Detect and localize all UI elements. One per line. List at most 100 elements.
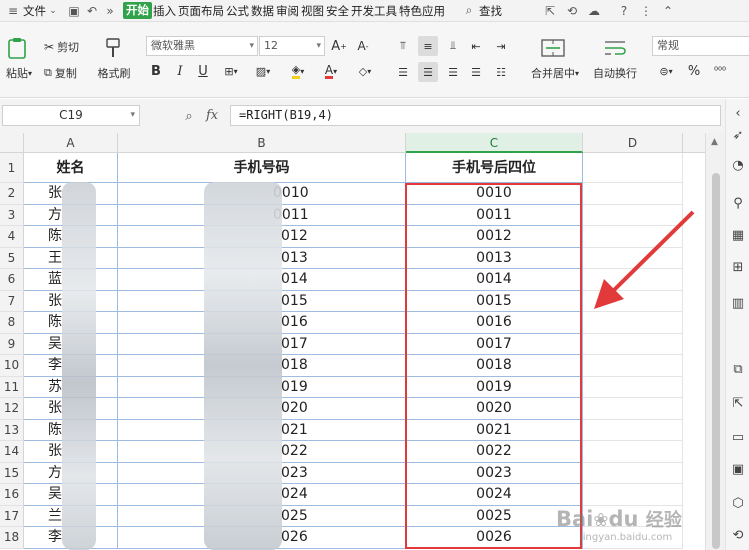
underline-button[interactable]: U	[195, 62, 211, 80]
history-icon[interactable]: ⟲	[563, 0, 581, 22]
help-icon[interactable]: ?	[615, 0, 633, 22]
fill-style-button[interactable]: ▨ ▾	[252, 62, 274, 80]
table-cell[interactable]	[583, 376, 683, 398]
distributed-button[interactable]: ☷	[491, 62, 511, 82]
table-header-cell[interactable]	[583, 153, 683, 183]
table-cell[interactable]	[583, 398, 683, 420]
decrease-font-button[interactable]: A-	[354, 36, 372, 56]
tab-data[interactable]: 数据	[250, 0, 275, 22]
format-painter-button[interactable]: 格式刷	[95, 66, 133, 80]
vertical-scrollbar[interactable]: ▲	[705, 133, 725, 550]
column-header-c[interactable]: C	[406, 133, 583, 153]
table-cell[interactable]	[583, 441, 683, 463]
row-header[interactable]: 4	[0, 226, 24, 248]
more-options-icon[interactable]: ⋮	[637, 0, 655, 22]
table-header-cell[interactable]: 姓名	[24, 153, 118, 183]
share-icon[interactable]: ⇱	[541, 0, 559, 22]
row-header[interactable]: 15	[0, 462, 24, 484]
chevron-down-icon[interactable]: ⌄	[47, 0, 59, 22]
table-cell[interactable]	[583, 355, 683, 377]
align-middle-button[interactable]: ≡	[418, 36, 438, 56]
shapes-icon[interactable]: ◔	[730, 157, 746, 173]
row-header[interactable]: 9	[0, 333, 24, 355]
wrap-text-button[interactable]: 自动换行	[590, 66, 640, 80]
row-header[interactable]: 3	[0, 204, 24, 226]
percent-button[interactable]: %	[686, 62, 702, 80]
tab-special[interactable]: 特色应用	[398, 0, 446, 22]
tab-home[interactable]: 开始	[123, 2, 152, 19]
tab-page-layout[interactable]: 页面布局	[177, 0, 225, 22]
row-header[interactable]: 8	[0, 312, 24, 334]
menu-file[interactable]: 文件	[22, 0, 47, 22]
align-right-button[interactable]: ☰	[443, 62, 463, 82]
save-icon[interactable]: ▣	[65, 0, 83, 22]
select-icon[interactable]: ➶	[730, 127, 746, 143]
row-header[interactable]: 10	[0, 355, 24, 377]
export-icon[interactable]: ⇱	[730, 395, 746, 411]
table-cell[interactable]	[583, 462, 683, 484]
table-cell[interactable]	[583, 312, 683, 334]
row-header[interactable]: 16	[0, 484, 24, 506]
font-name-select[interactable]: 微软雅黑 ▾	[146, 36, 258, 56]
cloud-icon[interactable]: ☁	[585, 0, 603, 22]
italic-button[interactable]: I	[172, 62, 188, 80]
copy-button[interactable]: ⧉ 复制	[44, 65, 77, 81]
merge-center-button[interactable]: 合并居中 ▾	[524, 66, 586, 80]
paste-icon[interactable]	[6, 36, 28, 60]
font-size-select[interactable]: 12 ▾	[259, 36, 325, 56]
format-painter-icon[interactable]	[102, 36, 124, 60]
tab-insert[interactable]: 插入	[152, 0, 177, 22]
increase-indent-button[interactable]: ⇥	[491, 36, 511, 56]
paste-button[interactable]: 粘贴 ▾	[4, 66, 34, 80]
number-format-select[interactable]: 常规	[652, 36, 749, 56]
scroll-up-icon[interactable]: ▲	[711, 137, 718, 147]
search-label[interactable]: 查找	[478, 0, 503, 22]
align-top-button[interactable]: ⫪	[393, 36, 413, 56]
row-header[interactable]: 17	[0, 505, 24, 527]
shield-icon[interactable]: ⬡	[730, 495, 746, 511]
row-header[interactable]: 11	[0, 376, 24, 398]
scroll-thumb[interactable]	[712, 173, 720, 549]
align-bottom-button[interactable]: ⫫	[443, 36, 463, 56]
history-icon[interactable]: ⟲	[730, 527, 746, 543]
align-left-button[interactable]: ☰	[393, 62, 413, 82]
bold-button[interactable]: B	[148, 62, 164, 80]
cut-button[interactable]: ✂ 剪切	[44, 39, 79, 55]
image-icon[interactable]: ▣	[730, 461, 746, 477]
expand-icon[interactable]: ‹	[730, 105, 746, 121]
search-icon[interactable]: ⌕	[460, 0, 478, 22]
align-center-button[interactable]: ☰	[418, 62, 438, 82]
chart-icon[interactable]: ▥	[730, 295, 746, 311]
collapse-ribbon-icon[interactable]: ⌃	[659, 0, 677, 22]
column-header-b[interactable]: B	[118, 133, 406, 153]
decrease-indent-button[interactable]: ⇤	[466, 36, 486, 56]
clear-format-button[interactable]: ◇ ▾	[354, 62, 376, 80]
name-box[interactable]: C19 ▾	[2, 105, 140, 126]
copy-sheet-icon[interactable]: ⧉	[730, 361, 746, 377]
table-header-cell[interactable]: 手机号后四位	[406, 153, 583, 183]
row-header[interactable]: 5	[0, 247, 24, 269]
tab-view[interactable]: 视图	[300, 0, 325, 22]
merge-center-icon[interactable]	[540, 36, 566, 60]
row-header[interactable]: 1	[0, 153, 24, 183]
formula-input[interactable]: =RIGHT(B19,4)	[230, 105, 721, 126]
row-header[interactable]: 13	[0, 419, 24, 441]
undo-icon[interactable]: ↶	[83, 0, 101, 22]
table-cell[interactable]	[583, 419, 683, 441]
column-header-a[interactable]: A	[24, 133, 118, 153]
row-header[interactable]: 12	[0, 398, 24, 420]
column-header-d[interactable]: D	[583, 133, 683, 153]
hamburger-icon[interactable]: ≡	[4, 0, 22, 22]
more-icon[interactable]: »	[101, 0, 119, 22]
select-all-corner[interactable]	[0, 133, 24, 153]
justify-button[interactable]: ☰	[466, 62, 486, 82]
currency-button[interactable]: ⊜ ▾	[654, 62, 678, 80]
font-color-button[interactable]: A ▾	[320, 62, 342, 80]
row-header[interactable]: 2	[0, 183, 24, 205]
fx-icon[interactable]: fx	[206, 108, 218, 123]
tab-security[interactable]: 安全	[325, 0, 350, 22]
table-cell[interactable]	[583, 183, 683, 205]
column-header-e[interactable]	[683, 133, 705, 153]
row-header[interactable]: 14	[0, 441, 24, 463]
table-cell[interactable]	[583, 484, 683, 506]
